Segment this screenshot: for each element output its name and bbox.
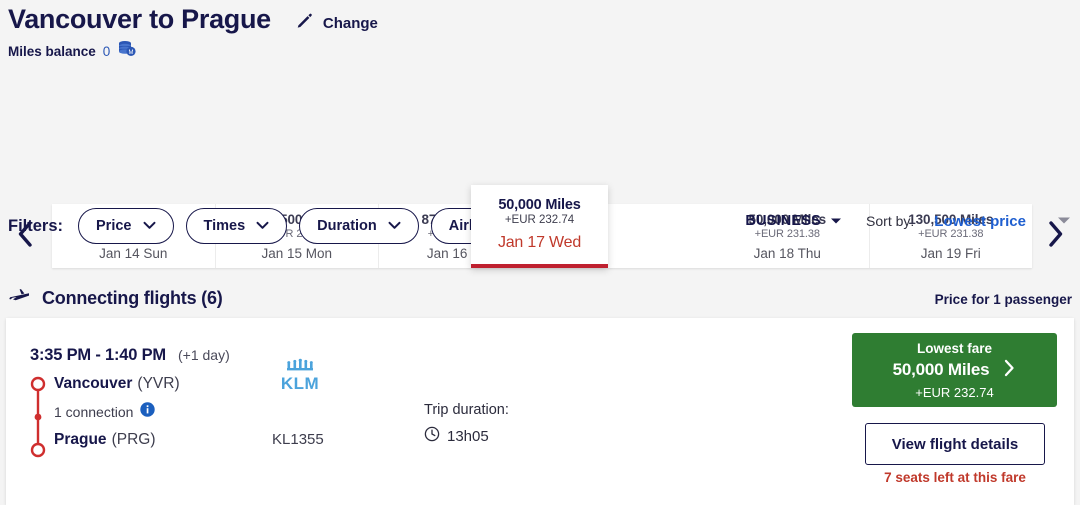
page-header: Vancouver to Prague Change Miles balance… xyxy=(8,2,1068,62)
cabin-class-label: BUSINESS xyxy=(745,213,822,229)
airplane-icon xyxy=(8,286,30,311)
airline-info: KLM KL1355 xyxy=(270,358,390,448)
date-option-date: Jan 15 Mon xyxy=(261,245,333,261)
chevron-down-icon xyxy=(256,217,269,235)
sort-bar: BUSINESS Sort by: Lowest price xyxy=(745,212,1072,230)
date-option-selected[interactable]: 50,000 Miles +EUR 232.74 Jan 17 Wed xyxy=(471,185,608,268)
svg-text:KLM: KLM xyxy=(281,374,319,392)
view-flight-details-button[interactable]: View flight details xyxy=(865,423,1045,465)
flight-plus-day: (+1 day) xyxy=(177,347,230,363)
miles-balance-value: 0 xyxy=(102,43,111,59)
sort-caret-down-icon[interactable] xyxy=(1056,212,1072,230)
fare-miles: 50,000 Miles xyxy=(892,360,990,379)
filter-times-button[interactable]: Times xyxy=(185,208,288,244)
pencil-icon xyxy=(295,11,314,35)
sort-by-label: Sort by: xyxy=(866,213,915,229)
flight-number: KL1355 xyxy=(272,431,324,448)
filters-bar: Filters: Price Times Duration Airlines xyxy=(8,208,544,244)
destination-city: Prague xyxy=(54,431,107,448)
chevron-right-icon xyxy=(1003,358,1016,383)
results-section-title: Connecting flights (6) xyxy=(42,288,223,308)
miles-balance: Miles balance 0 M xyxy=(8,40,1068,62)
selected-date-miles: 50,000 Miles xyxy=(498,197,581,213)
price-per-passenger-note: Price for 1 passenger xyxy=(934,292,1072,307)
info-icon[interactable] xyxy=(140,402,156,422)
clock-icon xyxy=(424,426,440,447)
trip-duration-value: 13h05 xyxy=(447,428,489,445)
select-fare-button[interactable]: Lowest fare 50,000 Miles +EUR 232.74 xyxy=(852,333,1057,407)
change-label: Change xyxy=(322,14,378,32)
origin-code: (YVR) xyxy=(137,375,180,392)
selected-date-eur: +EUR 232.74 xyxy=(504,214,575,226)
filter-price-button[interactable]: Price xyxy=(78,208,174,244)
date-option-date: Jan 14 Sun xyxy=(99,245,168,261)
trip-duration: Trip duration: 13h05 xyxy=(424,402,509,447)
trip-duration-label: Trip duration: xyxy=(424,402,509,418)
results-section-header: Connecting flights (6) xyxy=(8,286,223,311)
miles-balance-label: Miles balance xyxy=(8,43,96,59)
filter-price-label: Price xyxy=(96,218,132,234)
route-timeline-graphic xyxy=(30,375,46,459)
seats-left-warning: 7 seats left at this fare xyxy=(884,470,1026,485)
change-search-button[interactable]: Change xyxy=(295,11,378,35)
caret-down-icon xyxy=(830,212,842,230)
view-flight-details-label: View flight details xyxy=(891,435,1019,453)
connection-count: 1 connection xyxy=(54,404,134,420)
destination-code: (PRG) xyxy=(111,431,156,448)
cabin-class-selector[interactable]: BUSINESS xyxy=(745,212,842,230)
svg-text:M: M xyxy=(129,50,134,56)
flight-search-results-page: Vancouver to Prague Change Miles balance… xyxy=(0,0,1080,505)
selected-date-date: Jan 17 Wed xyxy=(497,234,582,251)
chevron-down-icon xyxy=(388,217,401,235)
flight-times: 3:35 PM - 1:40 PM xyxy=(30,346,166,364)
filter-duration-button[interactable]: Duration xyxy=(299,208,419,244)
date-strip: 87,500 Miles +EUR 231.38 Jan 14 Sun 183,… xyxy=(0,93,1080,268)
filter-duration-label: Duration xyxy=(317,218,377,234)
fare-eur: +EUR 232.74 xyxy=(915,384,994,400)
lowest-fare-label: Lowest fare xyxy=(916,340,993,356)
miles-coin-icon: M xyxy=(117,40,137,62)
date-option-date: Jan 19 Fri xyxy=(920,245,981,261)
date-option-date: Jan 18 Thu xyxy=(753,245,821,261)
klm-crown-logo: KLM xyxy=(270,358,390,397)
filters-label: Filters: xyxy=(8,216,64,235)
page-title: Vancouver to Prague xyxy=(8,4,271,34)
chevron-down-icon xyxy=(143,217,156,235)
origin-city: Vancouver xyxy=(54,375,133,392)
filter-times-label: Times xyxy=(203,218,246,234)
title-row: Vancouver to Prague Change xyxy=(8,2,1068,36)
flight-times-row: 3:35 PM - 1:40 PM (+1 day) xyxy=(30,346,230,365)
sort-value[interactable]: Lowest price xyxy=(934,213,1026,230)
